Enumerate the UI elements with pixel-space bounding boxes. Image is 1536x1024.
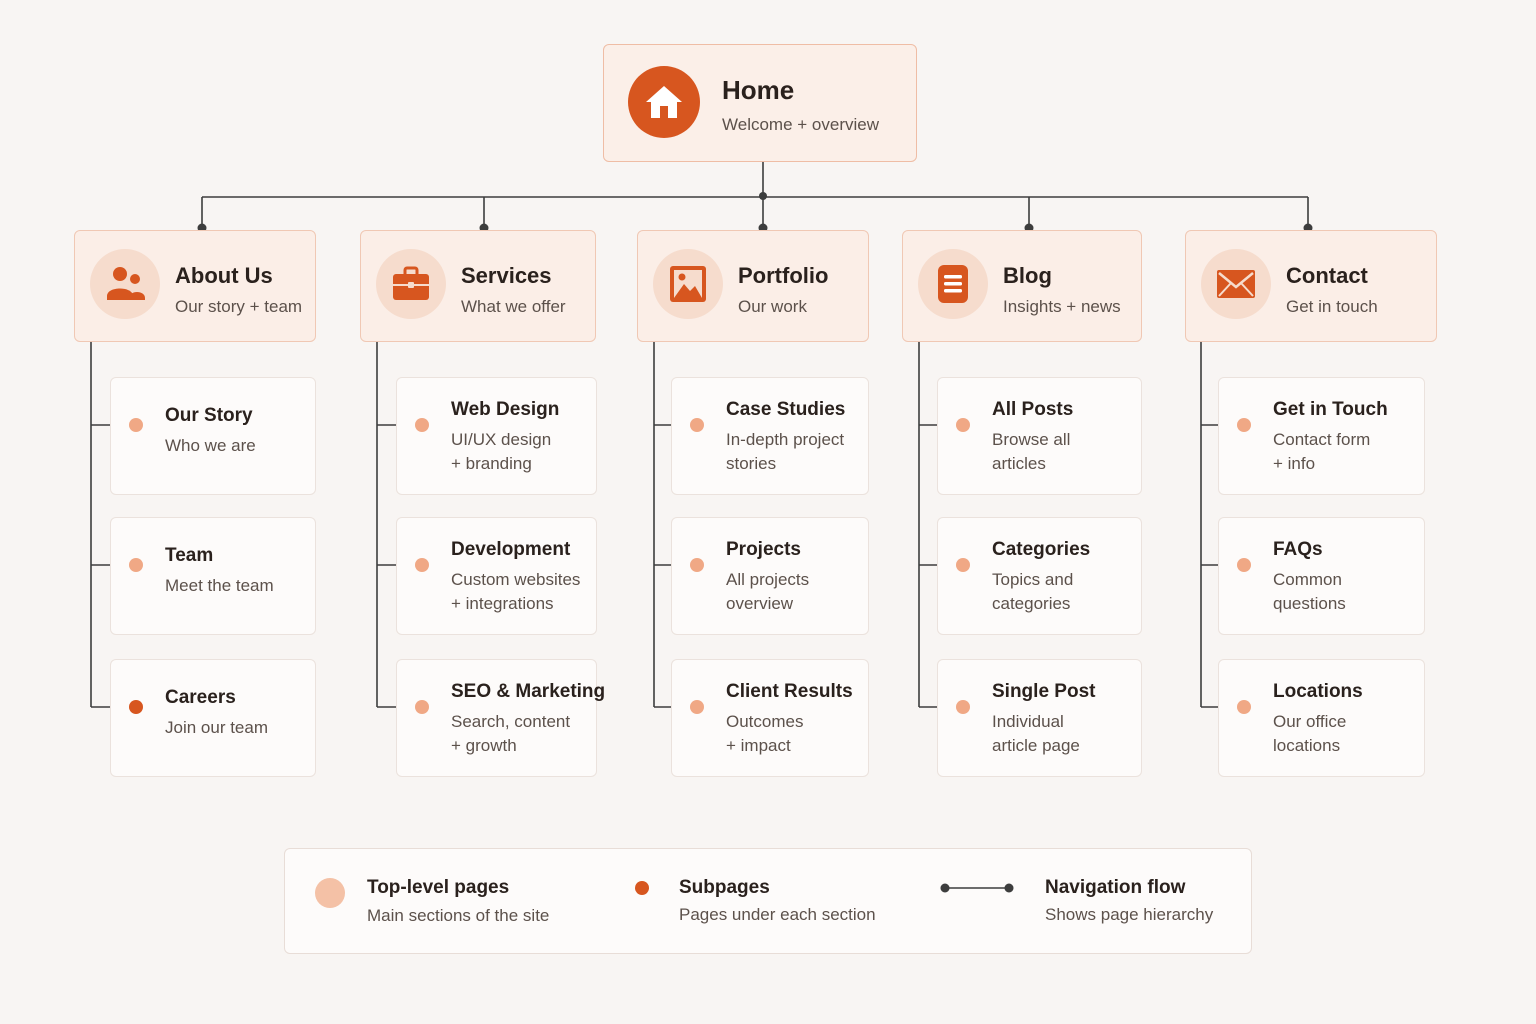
section-subtitle: Our work	[738, 297, 807, 316]
subpage-dot	[956, 558, 970, 572]
home-title: Home	[722, 75, 795, 105]
subpage-description: All projects overview	[726, 570, 810, 613]
subpage-dot	[415, 558, 429, 572]
subpage-title: Locations	[1273, 681, 1363, 702]
subpage-dot	[956, 418, 970, 432]
subpage-dot	[129, 558, 143, 572]
subpage-title: Careers	[165, 687, 236, 708]
subpage-description: Our office locations	[1273, 712, 1347, 755]
subpage-card[interactable]: SEO & Marketing Search, content + growth	[396, 659, 605, 777]
section-card-blog[interactable]: Blog Insights + news	[902, 230, 1142, 342]
subpage-dot	[1237, 418, 1251, 432]
document-icon	[918, 249, 988, 319]
section-subtitle: Get in touch	[1286, 297, 1378, 316]
subpage-dot	[415, 700, 429, 714]
legend-top-level-title: Top-level pages	[367, 877, 510, 898]
subpage-description: Contact form + info	[1273, 430, 1371, 473]
subpage-description: In-depth project stories	[726, 430, 845, 473]
subpage-dot	[690, 700, 704, 714]
subpage-card[interactable]: Projects All projects overview	[671, 517, 869, 635]
subpage-description: Custom websites + integrations	[451, 570, 581, 613]
subpage-card[interactable]: Our Story Who we are	[110, 377, 316, 495]
subpage-description: UI/UX design + branding	[451, 430, 552, 473]
subpage-title: Projects	[726, 539, 801, 560]
house-icon	[628, 66, 700, 138]
subpage-dot	[1237, 558, 1251, 572]
subpage-card[interactable]: Client Results Outcomes + impact	[671, 659, 869, 777]
subpage-card[interactable]: Careers Join our team	[110, 659, 316, 777]
subpage-title: All Posts	[992, 399, 1074, 420]
subpage-title: Case Studies	[726, 399, 846, 420]
subpage-card[interactable]: Web Design UI/UX design + branding	[396, 377, 597, 495]
subpage-dot	[956, 700, 970, 714]
subpage-description: Individual article page	[992, 712, 1080, 755]
subpage-title: Web Design	[451, 399, 560, 420]
section-title: Contact	[1286, 263, 1368, 288]
subpage-title: Client Results	[726, 681, 853, 702]
subpage-title: Team	[165, 545, 214, 566]
subpage-description: Who we are	[165, 436, 256, 455]
section-subtitle: What we offer	[461, 297, 566, 316]
legend: Top-level pages Main sections of the sit…	[284, 848, 1252, 954]
subpage-card[interactable]: FAQs Common questions	[1218, 517, 1425, 635]
subpage-dot	[690, 418, 704, 432]
home-subtitle: Welcome + overview	[722, 115, 879, 134]
top-level-legend-dot	[315, 878, 345, 908]
section-title: Services	[461, 263, 552, 288]
section-card-services[interactable]: Services What we offer	[360, 230, 596, 342]
subpage-description: Search, content + growth	[451, 712, 571, 755]
subpage-title: Single Post	[992, 681, 1096, 702]
briefcase-icon	[376, 249, 446, 319]
subpage-title: Categories	[992, 539, 1091, 560]
subpage-description: Browse all articles	[992, 430, 1071, 473]
subpage-title: Development	[451, 539, 571, 560]
section-title: Portfolio	[738, 263, 829, 288]
subpage-card[interactable]: Development Custom websites + integration…	[396, 517, 597, 635]
legend-navigation-title: Navigation flow	[1045, 877, 1186, 898]
subpage-card[interactable]: Get in Touch Contact form + info	[1218, 377, 1425, 495]
subpage-dot	[129, 700, 143, 714]
subpage-dot	[415, 418, 429, 432]
subpage-title: Get in Touch	[1273, 399, 1388, 420]
navigation-flow-icon	[940, 883, 1014, 893]
people-icon	[90, 249, 160, 319]
section-card-contact[interactable]: Contact Get in touch	[1185, 230, 1437, 342]
subpage-title: SEO & Marketing	[451, 681, 606, 702]
subpage-dot	[690, 558, 704, 572]
section-title: Blog	[1003, 263, 1052, 288]
subpage-dot	[1237, 700, 1251, 714]
subpage-legend-dot	[635, 881, 649, 895]
subpage-description: Join our team	[165, 718, 268, 737]
legend-subpages-subtitle: Pages under each section	[679, 905, 876, 924]
subpage-card[interactable]: Case Studies In-depth project stories	[671, 377, 869, 495]
subpage-description: Topics and categories	[992, 570, 1074, 613]
subpage-card[interactable]: Locations Our office locations	[1218, 659, 1425, 777]
subpage-card[interactable]: Team Meet the team	[110, 517, 316, 635]
subpage-title: FAQs	[1273, 539, 1323, 560]
subpage-card[interactable]: All Posts Browse all articles	[937, 377, 1142, 495]
subpage-description: Common questions	[1273, 570, 1346, 613]
section-title: About Us	[175, 263, 273, 288]
subpage-dot	[129, 418, 143, 432]
subpage-title: Our Story	[165, 405, 253, 426]
subpage-description: Outcomes + impact	[726, 712, 804, 755]
subpage-card[interactable]: Categories Topics and categories	[937, 517, 1142, 635]
legend-top-level-subtitle: Main sections of the site	[367, 906, 550, 925]
legend-navigation-subtitle: Shows page hierarchy	[1045, 905, 1214, 924]
section-card-about-us[interactable]: About Us Our story + team	[74, 230, 316, 342]
image-icon	[653, 249, 723, 319]
legend-subpages-title: Subpages	[679, 877, 770, 898]
subpage-card[interactable]: Single Post Individual article page	[937, 659, 1142, 777]
section-card-portfolio[interactable]: Portfolio Our work	[637, 230, 869, 342]
home-card[interactable]: Home Welcome + overview	[603, 44, 917, 162]
subpage-description: Meet the team	[165, 576, 274, 595]
envelope-icon	[1201, 249, 1271, 319]
section-subtitle: Insights + news	[1003, 297, 1121, 316]
section-subtitle: Our story + team	[175, 297, 303, 316]
